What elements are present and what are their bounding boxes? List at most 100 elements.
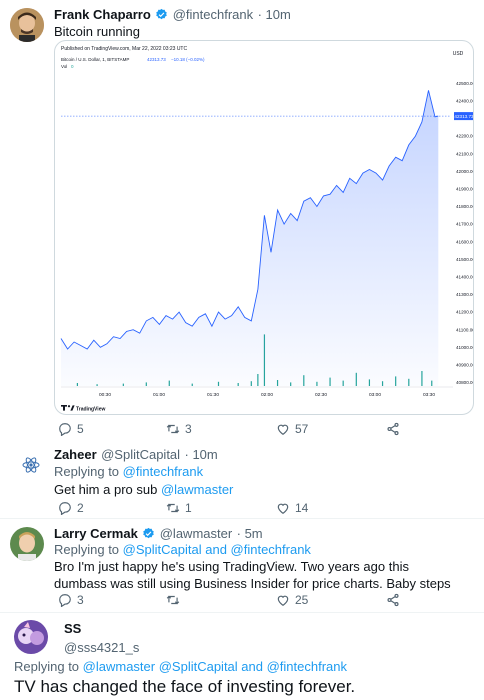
replying-prefix: Replying to [54, 542, 120, 557]
share-button[interactable] [386, 422, 400, 436]
x-tick-label: 03:30 [423, 392, 435, 398]
tradingview-chart: Published on TradingView.com, Mar 22, 20… [60, 46, 474, 412]
divider [0, 518, 484, 519]
retweet-button[interactable]: 1 [166, 501, 192, 515]
reply2-time[interactable]: · 5m [237, 526, 263, 541]
replying-to-link[interactable]: @SplitCapital and @fintechfrank [123, 542, 311, 557]
avatar-larry-image [10, 527, 44, 561]
y-tick-label: 41600.00 [456, 239, 474, 244]
divider [0, 612, 484, 613]
reply1-mention-link[interactable]: @lawmaster [161, 482, 233, 497]
y-tick-label: 41700.00 [456, 222, 474, 227]
atom-logo-icon [22, 457, 40, 473]
tweet1-handle[interactable]: @fintechfrank [173, 7, 253, 22]
reply2-actions: 3 25 [58, 591, 418, 609]
avatar-ss[interactable] [14, 620, 48, 654]
reply3-author-name[interactable]: SS [64, 621, 81, 636]
y-tick-label: 41100.00 [456, 327, 474, 332]
tweet1-time[interactable]: · 10m [258, 7, 291, 22]
reply3-text: TV has changed the face of investing for… [14, 677, 356, 696]
reply1-handle[interactable]: @SplitCapital [101, 447, 180, 462]
reply3-name-block: SS [64, 621, 81, 636]
reply3-handle[interactable]: @sss4321_s [64, 640, 139, 655]
price-tag-label: 42313.73 [454, 114, 474, 119]
share-button[interactable] [386, 593, 400, 607]
retweet-count: 1 [185, 501, 192, 515]
reply1-author-name[interactable]: Zaheer [54, 447, 97, 462]
reply-count: 3 [77, 593, 84, 607]
reply2-author-name[interactable]: Larry Cermak [54, 526, 138, 541]
y-tick-label: 40800.00 [456, 380, 474, 385]
reply-icon [59, 502, 71, 515]
y-tick-label: 42500.00 [456, 81, 474, 86]
tradingview-brand: TradingView [76, 406, 105, 412]
heart-icon [277, 503, 289, 514]
retweet-icon [166, 424, 180, 434]
reply1-body: Get him a pro sub [54, 482, 158, 497]
x-axis: 00:30 01:00 01:30 02:00 02:30 03:00 03:30 [61, 386, 453, 398]
share-icon [387, 422, 399, 436]
tradingview-chart-card[interactable]: Published on TradingView.com, Mar 22, 20… [54, 40, 474, 415]
x-tick-label: 03:00 [369, 392, 381, 398]
tweet1-author-name[interactable]: Frank Chaparro [54, 7, 151, 22]
like-count: 14 [295, 501, 309, 515]
reply1-replying-to: Replying to @fintechfrank [54, 463, 203, 480]
y-tick-label: 41200.00 [456, 310, 474, 315]
replying-prefix: Replying to [54, 464, 120, 479]
y-tick-label: 41000.00 [456, 345, 474, 350]
reply2-replying-to: Replying to @SplitCapital and @fintechfr… [54, 541, 311, 558]
y-axis: 42500.0042400.0042300.0042200.0042100.00… [454, 81, 474, 385]
avatar-frank-image [10, 8, 44, 42]
plot-area [60, 90, 450, 387]
reply-button[interactable]: 3 [58, 593, 84, 607]
avatar-ss-image [14, 620, 48, 654]
retweet-button[interactable]: 3 [166, 422, 192, 436]
y-tick-label: 41400.00 [456, 274, 474, 279]
vol-value: 0 [71, 64, 74, 69]
replying-to-link[interactable]: @lawmaster @SplitCapital and @fintechfra… [83, 659, 347, 674]
avatar-larry[interactable] [10, 527, 44, 561]
reply-button[interactable]: 5 [58, 422, 84, 436]
like-count: 25 [295, 593, 309, 607]
replying-to-link[interactable]: @fintechfrank [123, 464, 203, 479]
avatar-zaheer[interactable] [21, 455, 41, 475]
like-count: 57 [295, 422, 309, 436]
y-tick-label: 42100.00 [456, 151, 474, 156]
y-tick-label: 41500.00 [456, 257, 474, 262]
y-tick-label: 41800.00 [456, 204, 474, 209]
share-icon [387, 593, 399, 607]
retweet-count: 3 [185, 422, 192, 436]
reply2-handle[interactable]: @lawmaster [160, 526, 232, 541]
reply1-header: Zaheer @SplitCapital · 10m [54, 446, 218, 464]
like-button[interactable]: 57 [276, 422, 308, 436]
tradingview-logo: TradingView [61, 405, 105, 412]
reply2-text: Bro I'm just happy he's using TradingVie… [54, 559, 451, 591]
change-value: −10.18 (−0.02%) [171, 57, 205, 62]
x-tick-label: 02:30 [315, 392, 327, 398]
x-tick-label: 01:00 [153, 392, 165, 398]
y-tick-label: 42000.00 [456, 169, 474, 174]
verified-badge-icon [156, 8, 168, 20]
x-tick-label: 00:30 [99, 392, 111, 398]
x-tick-label: 02:00 [261, 392, 273, 398]
like-button[interactable]: 14 [276, 501, 308, 515]
retweet-button[interactable] [166, 593, 180, 607]
retweet-icon [166, 503, 180, 513]
tweet1-text: Bitcoin running [54, 24, 140, 39]
reply3-replying-to: Replying to @lawmaster @SplitCapital and… [14, 659, 347, 674]
like-button[interactable]: 25 [276, 593, 308, 607]
reply-count: 5 [77, 422, 84, 436]
reply1-text: Get him a pro sub @lawmaster [54, 481, 233, 498]
reply1-actions: 2 1 14 [58, 499, 418, 517]
avatar-frank[interactable] [10, 8, 44, 42]
y-tick-label: 42400.00 [456, 99, 474, 104]
tweet1-actions: 5 3 57 [58, 420, 418, 438]
reply-button[interactable]: 2 [58, 501, 84, 515]
symbol-label: Bitcoin / U.S. Dollar, 1, BITSTAMP [61, 57, 129, 62]
reply-count: 2 [77, 501, 84, 515]
y-tick-label: 42200.00 [456, 134, 474, 139]
y-tick-label: 41300.00 [456, 292, 474, 297]
reply1-time[interactable]: · 10m [185, 447, 218, 462]
retweet-icon [166, 595, 180, 605]
reply-icon [59, 594, 71, 607]
